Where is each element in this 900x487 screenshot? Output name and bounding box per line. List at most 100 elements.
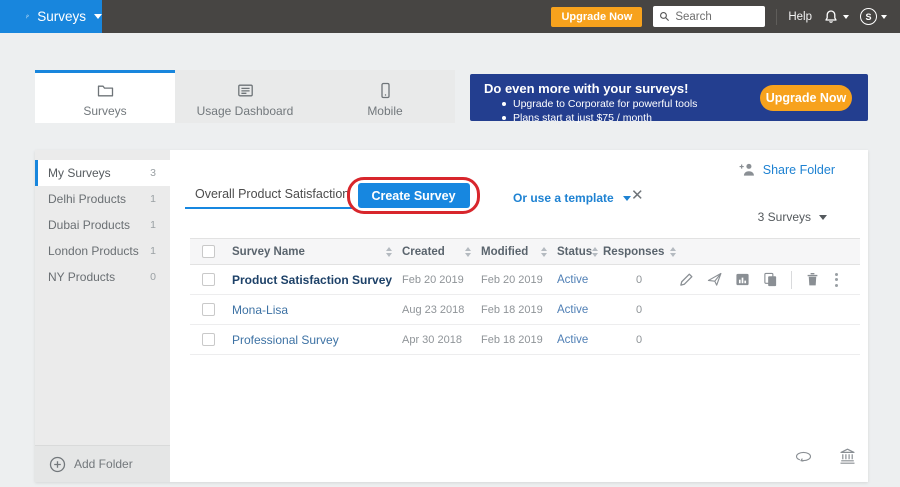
sort-icon[interactable] <box>541 247 547 257</box>
upgrade-now-button[interactable]: Upgrade Now <box>551 7 642 27</box>
status-badge[interactable]: Active <box>557 334 603 346</box>
folder-count: 1 <box>150 219 156 231</box>
folder-name: Delhi Products <box>48 192 126 206</box>
add-folder-label: Add Folder <box>74 457 133 471</box>
folder-name: My Surveys <box>48 166 111 180</box>
bell-icon <box>823 9 839 25</box>
mobile-icon <box>377 82 394 99</box>
folder-count: 0 <box>150 271 156 283</box>
sort-icon[interactable] <box>465 247 471 257</box>
column-header: Created <box>402 246 445 258</box>
more-options-icon[interactable] <box>833 271 840 289</box>
banner-bullet-text: Plans start at just $75 / month <box>513 112 652 124</box>
close-icon[interactable]: ✕ <box>631 186 644 204</box>
logo-icon <box>26 8 29 25</box>
app-menu-label: Surveys <box>37 9 86 24</box>
folder-main-panel: Share Folder Create Survey Or use a temp… <box>170 150 868 482</box>
modified-date: Feb 18 2019 <box>481 304 557 316</box>
banner-upgrade-button[interactable]: Upgrade Now <box>760 85 852 111</box>
select-all-checkbox[interactable] <box>202 245 215 258</box>
survey-name-input[interactable] <box>185 183 353 209</box>
row-checkbox[interactable] <box>202 303 215 316</box>
avatar: S <box>860 8 877 25</box>
status-badge[interactable]: Active <box>557 304 603 316</box>
delete-trash-icon[interactable] <box>805 272 820 287</box>
column-header: Status <box>557 246 592 258</box>
help-link[interactable]: Help <box>788 11 812 23</box>
folder-name: NY Products <box>48 270 115 284</box>
sort-icon[interactable] <box>670 247 676 257</box>
tab-usage-dashboard[interactable]: Usage Dashboard <box>175 70 315 123</box>
table-row: Professional Survey Apr 30 2018 Feb 18 2… <box>190 325 860 355</box>
folder-count: 1 <box>150 193 156 205</box>
column-header: Survey Name <box>226 246 305 258</box>
modified-date: Feb 20 2019 <box>481 274 557 286</box>
created-date: Aug 23 2018 <box>402 304 481 316</box>
copy-icon[interactable] <box>763 272 778 287</box>
notifications-menu[interactable] <box>823 9 849 25</box>
row-checkbox[interactable] <box>202 333 215 346</box>
survey-name-link[interactable]: Mona-Lisa <box>226 303 402 317</box>
column-header: Modified <box>481 246 528 258</box>
share-person-icon <box>739 162 756 177</box>
topbar-right: Upgrade Now Help S <box>551 6 900 27</box>
folder-name: Dubai Products <box>48 218 130 232</box>
highlight-annotation: Create Survey <box>347 177 480 214</box>
archive-bank-icon[interactable] <box>839 448 856 465</box>
report-chart-icon[interactable] <box>735 272 750 287</box>
restore-loop-icon[interactable] <box>795 448 812 465</box>
share-folder-label: Share Folder <box>763 163 835 177</box>
search-input[interactable] <box>675 11 755 23</box>
table-row: Mona-Lisa Aug 23 2018 Feb 18 2019 Active… <box>190 295 860 325</box>
status-badge[interactable]: Active <box>557 274 603 286</box>
created-date: Apr 30 2018 <box>402 334 481 346</box>
folder-item-delhi-products[interactable]: Delhi Products 1 <box>35 186 170 212</box>
share-folder-button[interactable]: Share Folder <box>739 162 835 177</box>
tab-label: Usage Dashboard <box>197 104 294 118</box>
plus-circle-icon <box>49 456 66 473</box>
row-checkbox[interactable] <box>202 273 215 286</box>
folder-item-london-products[interactable]: London Products 1 <box>35 238 170 264</box>
chevron-down-icon <box>819 215 827 220</box>
send-plane-icon[interactable] <box>707 272 722 287</box>
surveys-count-dropdown[interactable]: 3 Surveys <box>758 210 827 224</box>
chevron-down-icon <box>94 14 102 19</box>
row-actions <box>675 271 860 289</box>
surveys-count-label: 3 Surveys <box>758 210 811 224</box>
sort-icon[interactable] <box>386 247 392 257</box>
tab-mobile[interactable]: Mobile <box>315 70 455 123</box>
promo-banner: Do even more with your surveys! Upgrade … <box>470 74 868 121</box>
footer-tools <box>795 448 856 465</box>
folder-item-dubai-products[interactable]: Dubai Products 1 <box>35 212 170 238</box>
use-template-label: Or use a template <box>513 191 614 205</box>
modified-date: Feb 18 2019 <box>481 334 557 346</box>
responses-count: 0 <box>603 334 675 346</box>
use-template-link[interactable]: Or use a template <box>513 191 631 205</box>
sort-icon[interactable] <box>592 247 598 257</box>
account-menu[interactable]: S <box>860 8 887 25</box>
banner-bullet-text: Upgrade to Corporate for powerful tools <box>513 98 697 110</box>
table-header: Survey Name Created Modified Status Resp… <box>190 238 860 265</box>
create-survey-button[interactable]: Create Survey <box>358 183 470 208</box>
survey-name-link[interactable]: Product Satisfaction Survey <box>226 273 402 287</box>
folder-count: 3 <box>150 167 156 179</box>
actions-divider <box>791 271 792 289</box>
tab-label: Surveys <box>83 104 126 118</box>
add-folder-button[interactable]: Add Folder <box>35 445 170 482</box>
chevron-down-icon <box>881 15 887 19</box>
survey-name-link[interactable]: Professional Survey <box>226 333 402 347</box>
responses-count: 0 <box>603 274 675 286</box>
folder-count: 1 <box>150 245 156 257</box>
top-bar: Surveys Upgrade Now Help S <box>0 0 900 33</box>
folder-item-my-surveys[interactable]: My Surveys 3 <box>35 160 170 186</box>
tab-bar: Surveys Usage Dashboard Mobile <box>35 70 455 123</box>
responses-count: 0 <box>603 304 675 316</box>
tab-surveys[interactable]: Surveys <box>35 70 175 123</box>
search-box[interactable] <box>653 6 765 27</box>
app-menu[interactable]: Surveys <box>0 0 102 33</box>
folder-item-ny-products[interactable]: NY Products 0 <box>35 264 170 290</box>
search-icon <box>659 11 670 22</box>
chevron-down-icon <box>623 196 631 201</box>
topbar-divider <box>776 9 777 25</box>
edit-pencil-icon[interactable] <box>679 272 694 287</box>
